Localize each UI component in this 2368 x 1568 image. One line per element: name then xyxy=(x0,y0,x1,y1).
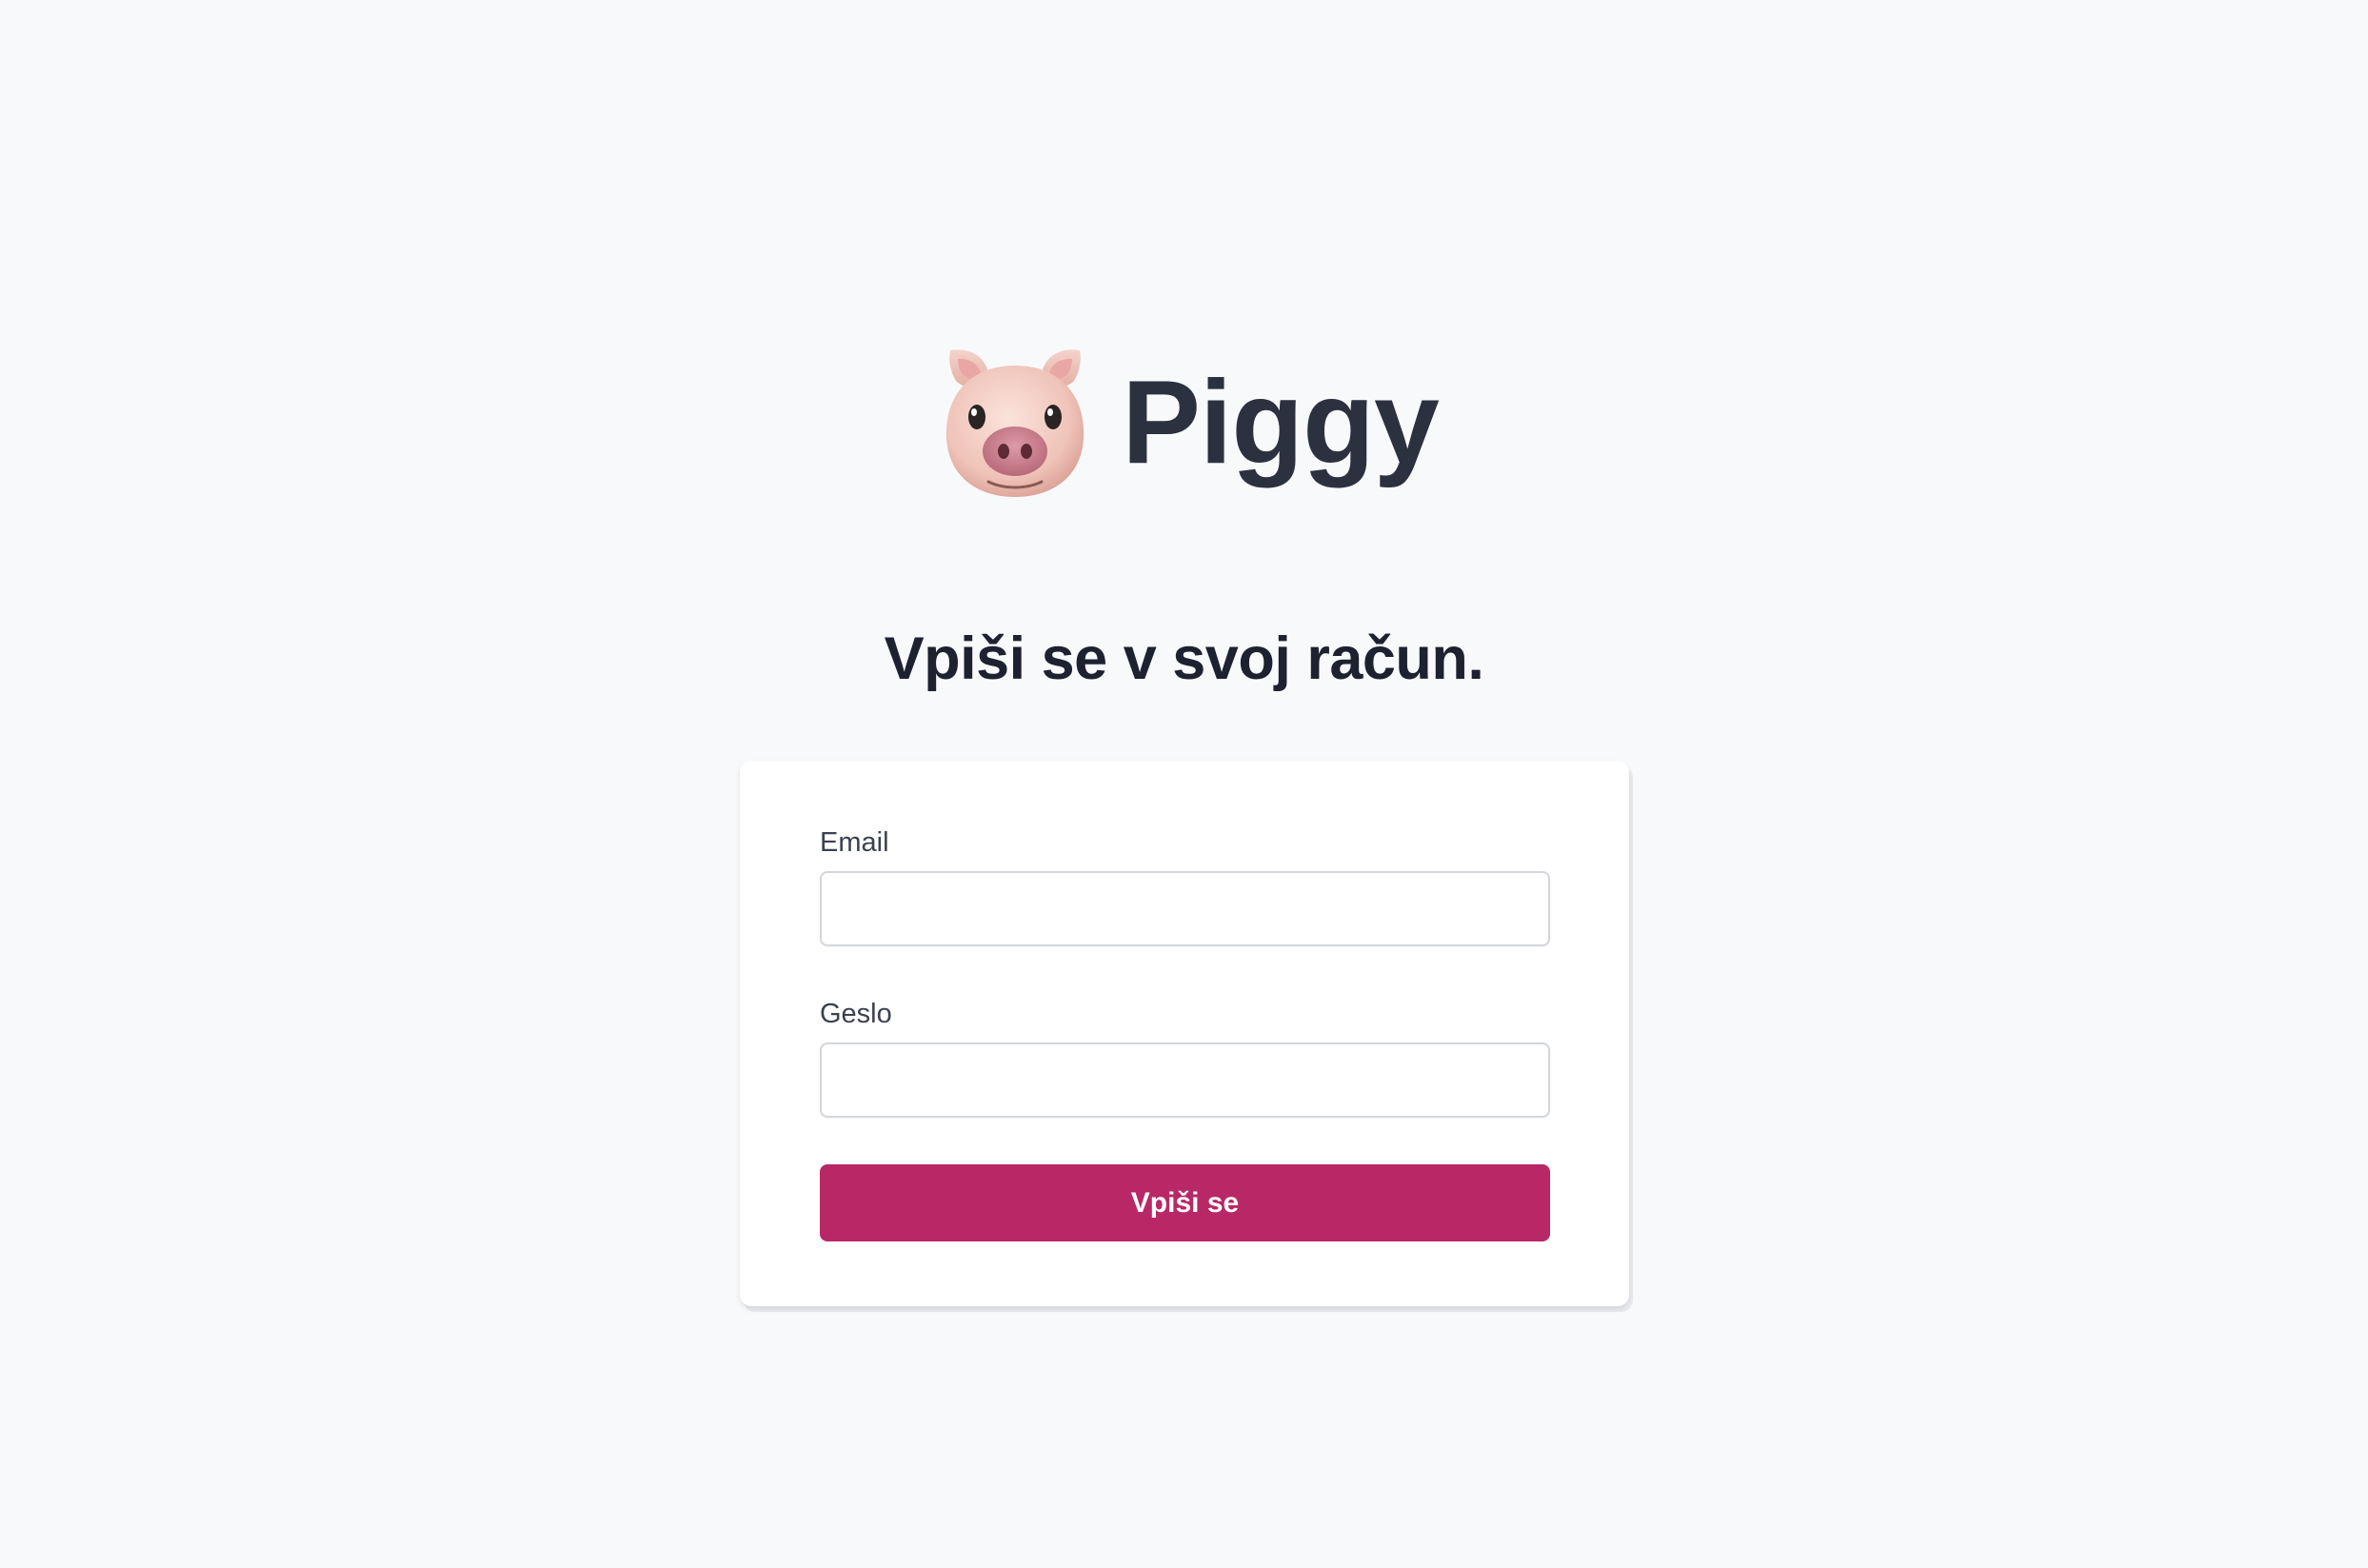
sign-in-button[interactable]: Vpiši se xyxy=(820,1164,1550,1241)
page-title: Vpiši se v svoj račun. xyxy=(884,625,1484,692)
brand-header: Piggy xyxy=(0,333,2368,505)
pig-face-icon xyxy=(946,349,1085,497)
brand-name: Piggy xyxy=(1122,357,1440,488)
email-label: Email xyxy=(820,827,889,858)
password-label: Geslo xyxy=(820,999,892,1029)
email-field[interactable] xyxy=(820,871,1550,946)
login-card: Email Geslo Vpiši se xyxy=(740,761,1629,1306)
password-field[interactable] xyxy=(820,1042,1550,1118)
